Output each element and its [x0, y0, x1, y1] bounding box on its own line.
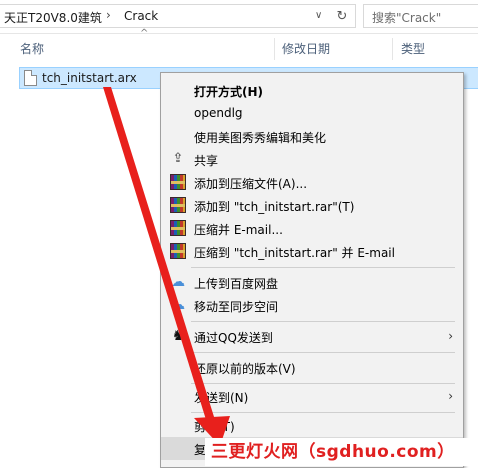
menu-item-label: 压缩到 "tch_initstart.rar" 并 E-mail: [194, 246, 395, 260]
menu-item-label: 打开方式(H): [194, 85, 264, 99]
menu-item-label: 发送到(N): [194, 391, 249, 405]
breadcrumb-tianzheng[interactable]: 天正T20V8.0建筑: [4, 9, 102, 26]
column-divider[interactable]: [274, 38, 275, 60]
menu-item-compress-rar-email[interactable]: 压缩到 "tch_initstart.rar" 并 E-mail: [161, 240, 463, 263]
column-header-type[interactable]: 类型: [401, 40, 425, 57]
menu-item-restore-versions[interactable]: 还原以前的版本(V): [161, 356, 463, 379]
file-icon: [24, 70, 37, 86]
menu-item-send-via-qq[interactable]: ♞ 通过QQ发送到 ›: [161, 325, 463, 348]
menu-separator: [191, 352, 455, 353]
menu-separator: [191, 383, 455, 384]
menu-item-sync-space[interactable]: ☁ 移动至同步空间: [161, 294, 463, 317]
cloud-icon: ☁: [171, 297, 185, 313]
refresh-icon[interactable]: ↻: [334, 9, 350, 25]
menu-item-label: 上传到百度网盘: [194, 277, 279, 291]
menu-separator: [191, 267, 455, 268]
address-box[interactable]: 天正T20V8.0建筑 › Crack ∨ ↻: [0, 4, 356, 28]
menu-item-label: opendlg: [194, 106, 243, 120]
menu-item-label: 添加到 "tch_initstart.rar"(T): [194, 200, 355, 214]
menu-separator: [191, 412, 455, 413]
breadcrumb-crack[interactable]: Crack: [124, 9, 158, 23]
menu-item-label: 压缩并 E-mail...: [194, 223, 283, 237]
qq-icon: ♞: [171, 328, 185, 344]
column-header-modified[interactable]: 修改日期: [282, 40, 330, 57]
menu-item-cut[interactable]: 剪切(T): [161, 414, 463, 437]
menu-item-add-to-rar[interactable]: 添加到 "tch_initstart.rar"(T): [161, 194, 463, 217]
submenu-arrow-icon: ›: [448, 329, 453, 343]
breadcrumb-separator-icon[interactable]: ›: [106, 8, 111, 22]
file-name: tch_initstart.arx: [42, 71, 137, 85]
menu-separator: [191, 321, 455, 322]
column-header-name[interactable]: 名称: [20, 40, 44, 57]
address-bar[interactable]: 天正T20V8.0建筑 › Crack ∨ ↻ 搜索"Crack": [0, 0, 478, 34]
menu-item-label: 共享: [194, 154, 219, 168]
menu-item-baidu-upload[interactable]: ☁ 上传到百度网盘: [161, 271, 463, 294]
cloud-icon: ☁: [171, 274, 185, 290]
menu-item-label: 剪切(T): [194, 420, 235, 434]
menu-item-compress-email[interactable]: 压缩并 E-mail...: [161, 217, 463, 240]
menu-item-send-to[interactable]: 发送到(N) ›: [161, 385, 463, 408]
chevron-down-icon[interactable]: ∨: [315, 10, 322, 21]
column-divider[interactable]: [392, 38, 393, 60]
menu-item-label: 添加到压缩文件(A)...: [194, 177, 308, 191]
menu-item-share[interactable]: ⇪ 共享: [161, 148, 463, 171]
menu-item-opendlg[interactable]: opendlg: [161, 102, 463, 125]
winrar-icon: [170, 220, 186, 236]
submenu-arrow-icon: ›: [448, 389, 453, 403]
menu-item-add-to-archive[interactable]: 添加到压缩文件(A)...: [161, 171, 463, 194]
menu-item-meitu[interactable]: 使用美图秀秀编辑和美化: [161, 125, 463, 148]
menu-item-label: 移动至同步空间: [194, 300, 279, 314]
menu-item-label: 通过QQ发送到: [194, 331, 273, 345]
menu-item-open-with[interactable]: 打开方式(H): [161, 79, 463, 102]
sort-caret-icon: ^: [140, 28, 149, 39]
share-icon: ⇪: [172, 151, 184, 166]
menu-item-label: 还原以前的版本(V): [194, 362, 296, 376]
search-input[interactable]: 搜索"Crack": [363, 4, 478, 28]
search-placeholder: 搜索"Crack": [372, 11, 442, 25]
winrar-icon: [170, 174, 186, 190]
menu-item-label: 使用美图秀秀编辑和美化: [194, 131, 327, 145]
context-menu: 打开方式(H) opendlg 使用美图秀秀编辑和美化 ⇪ 共享 添加到压缩文件…: [160, 72, 464, 468]
winrar-icon: [170, 197, 186, 213]
watermark: 三更灯火网（sgdhuo.com）: [205, 438, 473, 466]
winrar-icon: [170, 243, 186, 259]
